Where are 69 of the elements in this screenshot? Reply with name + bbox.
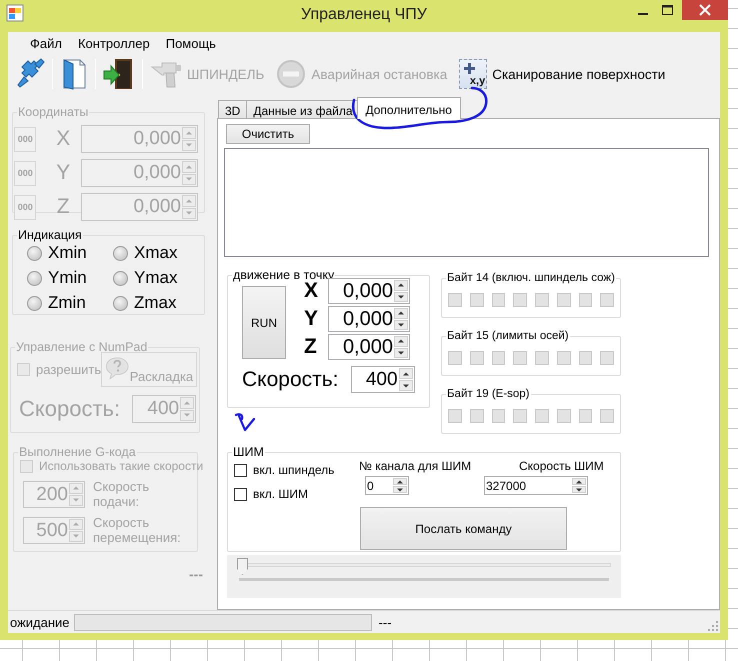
number-field[interactable]: 400	[350, 366, 415, 393]
checkbox[interactable]	[234, 488, 247, 500]
number-field[interactable]: 0,000	[328, 306, 410, 332]
field-label: Скорость подачи:	[93, 479, 150, 509]
number-field[interactable]: 0,000	[328, 334, 410, 360]
field-label: № канала для ШИМ	[359, 459, 472, 473]
group-title: ШИМ	[232, 445, 265, 459]
axis-label: Z	[56, 195, 71, 219]
speed-label: Скорость:	[242, 368, 339, 392]
axis-label: Z	[303, 335, 318, 359]
field-label: Скорость ШИМ	[519, 459, 604, 473]
axis-label: X	[304, 279, 318, 303]
status-text: ---	[189, 566, 203, 582]
plus-xy-icon[interactable]: x,y	[459, 59, 488, 89]
menu-item[interactable]: Помощь	[158, 36, 224, 51]
group-title: Байт 15 (лимиты осей)	[446, 330, 570, 342]
group-title: Координаты	[17, 105, 90, 119]
indicator-label: Ymax	[134, 268, 178, 288]
spinner-icon[interactable]	[572, 477, 587, 494]
spinner-icon[interactable]	[398, 367, 414, 392]
app-icon	[6, 4, 24, 22]
group-title: Индикация	[17, 228, 83, 242]
close-button[interactable]	[682, 0, 728, 20]
spinner-icon[interactable]	[393, 477, 408, 494]
checkbox-label[interactable]: вкл. ШИМ	[253, 487, 308, 501]
group-title: Байт 19 (E-sop)	[446, 388, 531, 400]
status-text: ожидание	[10, 614, 70, 630]
stop-icon	[276, 59, 306, 89]
axis-label: X	[55, 127, 72, 151]
indicator-label: Xmax	[134, 243, 178, 263]
status-text: ---	[378, 614, 392, 630]
number-field[interactable]: 0	[365, 476, 409, 495]
tab[interactable]: 3D	[218, 100, 248, 118]
indicator-label: Zmin	[48, 293, 86, 313]
tab[interactable]: Данные из файла	[246, 100, 360, 118]
spinner-icon[interactable]	[394, 279, 409, 303]
tab[interactable]: Дополнительно	[356, 97, 461, 119]
checkbox[interactable]	[234, 464, 247, 476]
log-area[interactable]	[224, 148, 709, 257]
indicator-label: Zmax	[134, 293, 176, 313]
speed-label: Скорость:	[19, 396, 120, 422]
axis-label: Y	[55, 161, 72, 185]
axis-label: Y	[303, 307, 320, 331]
number-field[interactable]: 0,000	[328, 278, 410, 304]
number-field[interactable]: 327000	[484, 476, 588, 495]
send-command-button[interactable]: Послать команду	[360, 507, 567, 550]
window-title: Управленец ЧПУ	[301, 6, 427, 24]
group-title: Управление с NumPad	[15, 340, 148, 354]
group-title: Выполнение G-кода	[18, 445, 137, 459]
spinner-icon[interactable]	[394, 307, 409, 331]
checkbox-label[interactable]: вкл. шпиндель	[253, 463, 334, 477]
ink-arrow	[234, 412, 256, 432]
plug-icon[interactable]	[15, 58, 45, 90]
clear-button[interactable]: Очистить	[226, 124, 310, 144]
group-title: Байт 14 (включ. шпиндель сож)	[446, 272, 616, 284]
menu-item[interactable]: Контроллер	[70, 36, 158, 51]
toolbar-label[interactable]: Сканирование поверхности	[492, 66, 666, 82]
resize-grip-icon[interactable]	[708, 621, 718, 631]
slider-thumb[interactable]	[237, 558, 248, 575]
menu-item[interactable]: Файл	[22, 36, 70, 51]
field-label: Скорость перемещения:	[93, 515, 182, 545]
indicator-label: Xmin	[48, 243, 87, 263]
indicator-label: Ymin	[48, 268, 87, 288]
maximize-icon	[662, 5, 672, 15]
minimize-icon	[638, 13, 648, 15]
run-button[interactable]: RUN	[242, 286, 286, 359]
close-icon	[699, 4, 711, 16]
spinner-icon[interactable]	[394, 335, 409, 359]
door-exit-icon[interactable]	[103, 57, 135, 91]
